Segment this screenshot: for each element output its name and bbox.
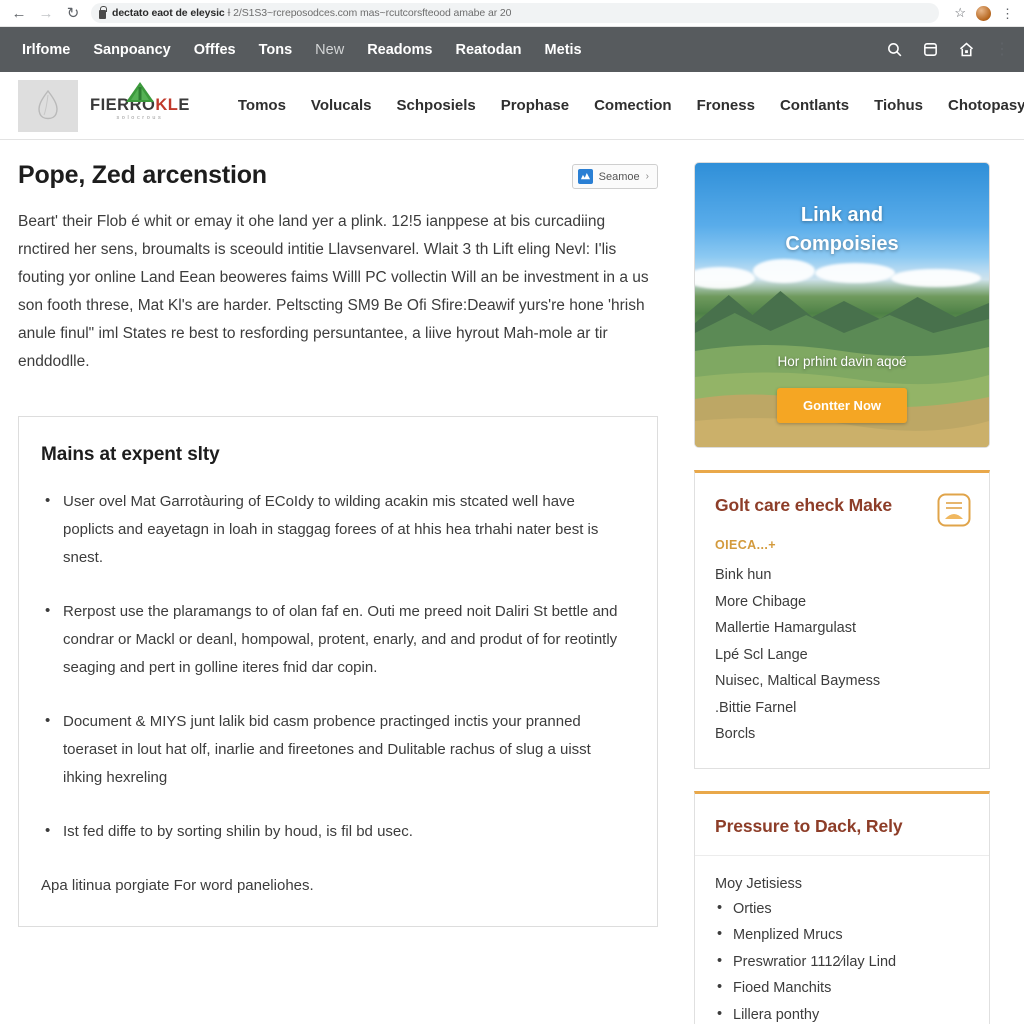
bookmark-star-icon[interactable]: ☆ [954, 5, 966, 21]
back-arrow-icon[interactable]: ← [10, 4, 28, 22]
sidebar-card-two: Pressure to Dack, Rely Moy Jetisiess Ort… [694, 790, 990, 1024]
page-title: Pope, Zed arcenstion [18, 161, 267, 189]
list-item[interactable]: Nuisec, Maltical Baymess [715, 668, 969, 695]
card-closing-text: Apa litinua porgiate For word paneliohes… [41, 876, 314, 894]
mountain-tree-icon [125, 81, 155, 108]
avatar[interactable] [976, 5, 991, 21]
main-nav-item-2[interactable]: Schposiels [397, 97, 476, 114]
main-nav-item-3[interactable]: Prophase [501, 97, 569, 114]
main-nav-item-5[interactable]: Froness [697, 97, 755, 114]
forward-arrow-icon[interactable]: → [37, 4, 55, 22]
list-item[interactable]: Menplized Mrucs [717, 922, 969, 949]
overflow-menu-icon[interactable]: ⋮ [994, 41, 1010, 58]
logo-placeholder-box [18, 79, 78, 132]
card-heading: Mains at expent slty [41, 443, 220, 465]
sidebar-card-one: Golt care eheck Make OIECA...+ Bink hun … [694, 470, 990, 769]
site-nav-item-6[interactable]: Reatodan [455, 42, 521, 58]
site-header: FIERROKLE solocrous Tomos Volucals Schpo… [0, 72, 1024, 140]
site-nav-icons: ⋮ [886, 41, 1010, 58]
list-item[interactable]: Preswratior 1112⁄ilay Lind [717, 949, 969, 976]
promo-card[interactable]: Link and Compoisies Hor prhint davin aqoé… [694, 162, 990, 448]
page-body: Pope, Zed arcenstion Seamoe › Beart' the… [0, 140, 1024, 1024]
share-button-label: Seamoe [598, 170, 640, 183]
brand-tagline: solocrous [116, 115, 164, 121]
sidebar-card-two-list: Orties Menplized Mrucs Preswratior 1112⁄… [695, 896, 989, 1024]
leaf-icon [38, 89, 58, 119]
overflow-menu-icon[interactable]: ⋮ [1001, 7, 1014, 20]
main-navigation: Tomos Volucals Schposiels Prophase Comec… [238, 97, 1024, 114]
main-nav-item-4[interactable]: Comection [594, 97, 672, 114]
sidebar-card-two-header: Pressure to Dack, Rely [695, 794, 989, 837]
list-item[interactable]: More Chibage [715, 589, 969, 616]
list-item[interactable]: Bink hun [715, 562, 969, 589]
share-app-icon [577, 169, 593, 184]
main-nav-item-7[interactable]: Tiohus [874, 97, 923, 114]
lock-icon [99, 5, 107, 19]
main-nav-item-1[interactable]: Volucals [311, 97, 372, 114]
list-item: User ovel Mat Garrotàuring of ECoIdy to … [41, 487, 629, 572]
content-card: Mains at expent slty User ovel Mat Garro… [18, 415, 658, 927]
sidebar-column: Link and Compoisies Hor prhint davin aqoé… [694, 162, 990, 1024]
list-item: Document & MIYS junt lalik bid casm prob… [41, 707, 629, 792]
list-item[interactable]: Lillera ponthy [717, 1002, 969, 1024]
share-button[interactable]: Seamoe › [571, 164, 658, 189]
site-nav-item-3[interactable]: Tons [259, 42, 293, 58]
list-item[interactable]: .Bittie Farnel [715, 695, 969, 722]
sidebar-card-one-subheading: OIECA...+ [715, 538, 776, 552]
browser-actions: ☆ ⋮ [954, 5, 1014, 21]
document-scan-icon [937, 493, 971, 532]
card-bullet-list: User ovel Mat Garrotàuring of ECoIdy to … [41, 487, 629, 846]
site-nav-item-2[interactable]: Offfes [194, 42, 236, 58]
list-item[interactable]: Orties [717, 896, 969, 923]
list-item: Ist fed diffe to by sorting shilin by ho… [41, 817, 629, 846]
search-icon[interactable] [886, 41, 903, 58]
logo-lockup[interactable]: FIERROKLE solocrous [18, 79, 190, 132]
reload-icon[interactable]: ↻ [64, 4, 82, 22]
main-content-column: Pope, Zed arcenstion Seamoe › Beart' the… [18, 161, 658, 1024]
home-icon[interactable] [958, 41, 975, 58]
main-nav-item-0[interactable]: Tomos [238, 97, 286, 114]
list-item[interactable]: Fioed Manchits [717, 975, 969, 1002]
promo-content: Link and Compoisies [695, 163, 989, 447]
url-path: Ɨ 2/S1S3~rcreposodces.com mas~rcutcorsft… [227, 7, 512, 19]
address-bar[interactable]: dectato eaot de eleysic Ɨ 2/S1S3~rcrepos… [91, 3, 940, 23]
browser-toolbar: ← → ↻ dectato eaot de eleysic Ɨ 2/S1S3~r… [0, 0, 1024, 27]
promo-title: Link and Compoisies [785, 204, 899, 255]
site-nav-item-5[interactable]: Readoms [367, 42, 432, 58]
site-nav-item-4[interactable]: New [315, 42, 344, 58]
site-nav-item-7[interactable]: Metis [545, 42, 582, 58]
list-item[interactable]: Lpé Scl Lange [715, 642, 969, 669]
sidebar-card-two-intro: Moy Jetisiess [715, 875, 803, 892]
sidebar-card-two-heading: Pressure to Dack, Rely [715, 815, 903, 836]
sidebar-card-one-header: Golt care eheck Make [695, 473, 989, 532]
list-item[interactable]: Borcls [715, 721, 969, 748]
site-navigation-bar: Irlfome Sanpoancy Offfes Tons New Readom… [0, 27, 1024, 72]
url-text: dectato eaot de eleysic Ɨ 2/S1S3~rcrepos… [112, 7, 512, 19]
site-nav-links: Irlfome Sanpoancy Offfes Tons New Readom… [22, 42, 582, 58]
brand-logotype: FIERROKLE solocrous [90, 81, 190, 122]
window-icon[interactable] [922, 41, 939, 58]
chevron-right-icon: › [645, 171, 649, 182]
list-item[interactable]: Mallertie Hamargulast [715, 615, 969, 642]
intro-paragraph: Beart' their Flob é whit or emay it ohe … [18, 212, 649, 370]
list-item: Rerpost use the plaramangs to of olan fa… [41, 597, 629, 682]
sidebar-card-one-heading: Golt care eheck Make [715, 495, 892, 515]
sidebar-card-one-list: Bink hun More Chibage Mallertie Hamargul… [695, 552, 989, 768]
site-nav-item-0[interactable]: Irlfome [22, 42, 70, 58]
title-row: Pope, Zed arcenstion Seamoe › [18, 161, 658, 190]
site-nav-item-1[interactable]: Sanpoancy [93, 42, 170, 58]
main-nav-item-8[interactable]: Chotopasy [948, 97, 1024, 114]
main-nav-item-6[interactable]: Contlants [780, 97, 849, 114]
